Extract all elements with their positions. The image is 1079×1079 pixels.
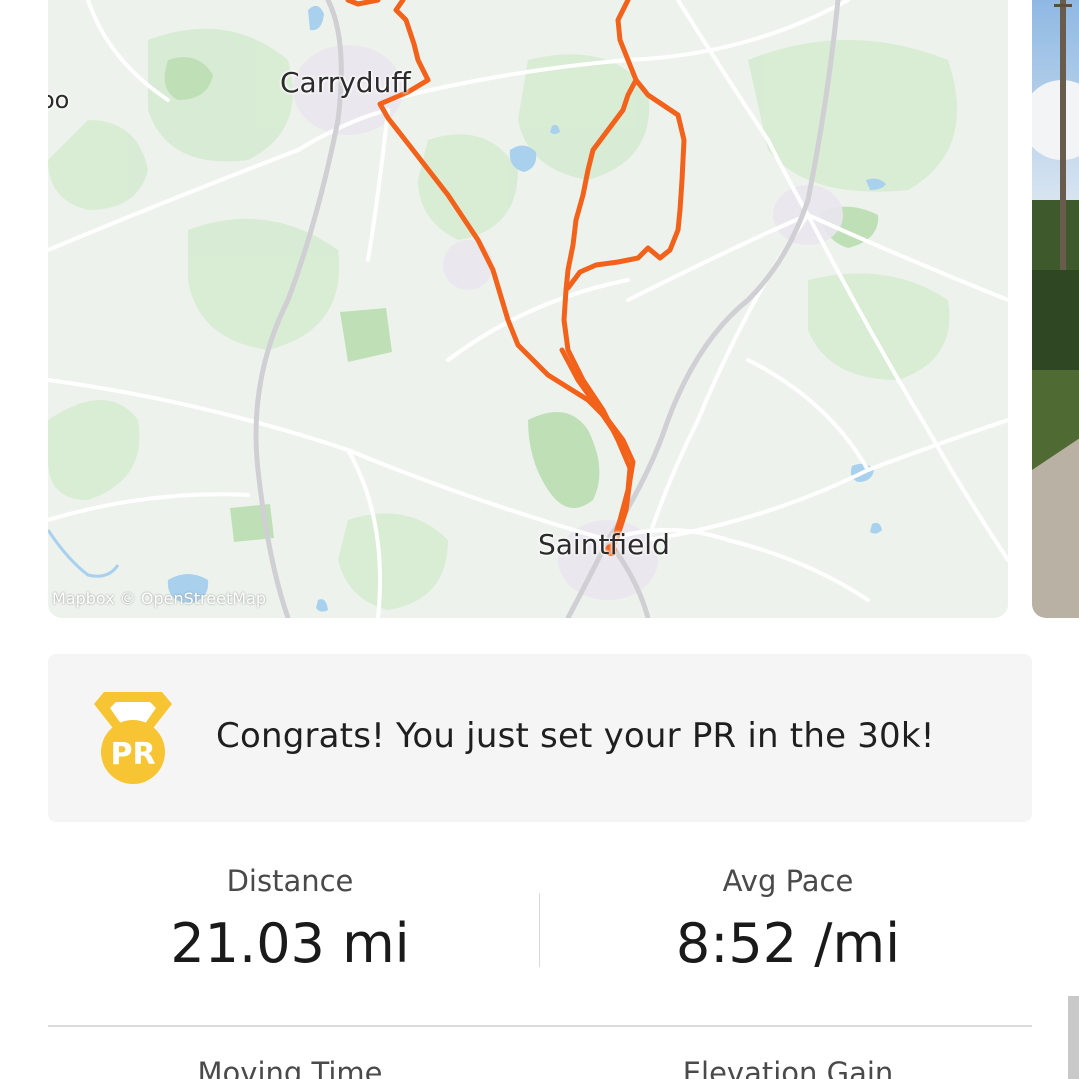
pr-medal-icon: PR [92, 690, 174, 788]
pr-medal-text: PR [110, 737, 155, 772]
stat-row-divider [48, 1025, 1032, 1027]
stat-avg-pace: Avg Pace 8:52 /mi [543, 864, 1033, 976]
map-canvas [48, 0, 1008, 618]
stat-moving-time: Moving Time [45, 1056, 535, 1079]
photo-image [1032, 0, 1079, 618]
stat-column-divider [539, 893, 540, 967]
activity-photo-thumbnail[interactable] [1032, 0, 1079, 618]
stat-avg-pace-label: Avg Pace [722, 864, 854, 898]
activity-detail-screen: Carryduff Saintfield oo Mapbox © OpenStr… [0, 0, 1079, 1079]
pr-message: Congrats! You just set your PR in the 30… [216, 716, 935, 756]
stat-distance-value: 21.03 mi [170, 912, 410, 975]
map-label-saintfield: Saintfield [538, 528, 670, 561]
stat-moving-time-label: Moving Time [197, 1056, 383, 1079]
map-label-partial: oo [48, 86, 70, 114]
stat-avg-pace-value: 8:52 /mi [675, 912, 901, 975]
map-attribution[interactable]: Mapbox © OpenStreetMap [52, 589, 266, 608]
pr-achievement-banner[interactable]: PR Congrats! You just set your PR in the… [48, 654, 1032, 822]
scrollbar[interactable] [1068, 996, 1079, 1079]
map-label-carryduff: Carryduff [280, 66, 411, 99]
stat-elevation-gain: Elevation Gain [543, 1056, 1033, 1079]
route-map[interactable]: Carryduff Saintfield oo Mapbox © OpenStr… [48, 0, 1008, 618]
stat-distance: Distance 21.03 mi [45, 864, 535, 976]
stat-elevation-gain-label: Elevation Gain [682, 1056, 894, 1079]
stat-distance-label: Distance [226, 864, 354, 898]
